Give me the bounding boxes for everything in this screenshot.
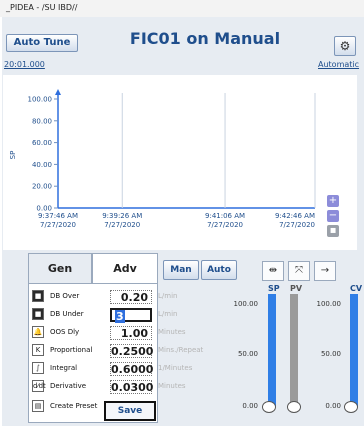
window-title: _PIDEA - /SU IBD//: [6, 3, 78, 12]
page-title: FIC01 on Manual: [129, 29, 281, 48]
y-tick-label: 80.00: [32, 117, 52, 125]
oos-dly-input[interactable]: 1.00: [110, 326, 152, 340]
pv-bar-track: [290, 294, 298, 406]
x-tick-date: 7/27/2020: [104, 221, 140, 229]
pv-bar-label: PV: [290, 284, 303, 293]
right-scale-top: 100.00: [316, 300, 342, 308]
zoom-out-button[interactable]: −: [327, 210, 339, 222]
forward-arrow-icon[interactable]: →: [314, 261, 336, 281]
preset-icon: ▤: [32, 400, 44, 412]
param-unit: 1/Minutes: [158, 364, 193, 372]
x-tick-time: 9:42:46 AM: [275, 212, 315, 220]
right-scale-bottom: 0.00: [325, 402, 341, 410]
param-label: Create Preset: [50, 402, 98, 410]
tab-adv-config[interactable]: Adv Config: [92, 253, 158, 305]
left-scale-bottom: 0.00: [242, 402, 258, 410]
db-over-icon: ■: [32, 290, 44, 302]
mode-automatic-link[interactable]: Automatic: [318, 60, 359, 69]
proportional-input[interactable]: 0.2500: [110, 344, 153, 358]
param-label: Derivative: [50, 382, 87, 390]
x-tick-time: 9:39:26 AM: [102, 212, 142, 220]
sp-slider-handle[interactable]: [262, 401, 276, 413]
param-label: Integral: [50, 364, 78, 372]
y-axis-arrow: [55, 89, 61, 95]
cv-bar-label: CV: [350, 284, 363, 293]
param-label: OOS Dly: [50, 328, 80, 336]
param-label: Proportional: [50, 346, 93, 354]
chart-menu-button[interactable]: ▪: [327, 225, 339, 237]
param-row-derivative: d⁄dt Derivative 0.0300 Minutes: [28, 380, 268, 395]
cv-bar-fill: [350, 294, 358, 406]
window-title-bar: _PIDEA - /SU IBD//: [0, 0, 364, 17]
integral-input[interactable]: 0.6000: [110, 362, 153, 376]
fit-vertical-icon[interactable]: ⤧: [288, 261, 310, 281]
zoom-in-button[interactable]: +: [327, 195, 339, 207]
derivative-icon: d⁄dt: [32, 380, 46, 392]
sp-bar-fill: [268, 294, 276, 406]
left-scale-top: 100.00: [233, 300, 259, 308]
param-row-oos-dly: 🔔 OOS Dly 1.00 Minutes: [28, 326, 268, 341]
left-scale-mid: 50.00: [237, 350, 258, 358]
x-tick-time: 9:37:46 AM: [38, 212, 78, 220]
expand-horizontal-icon[interactable]: ⇹: [262, 261, 284, 281]
trend-chart-svg: 100.0080.0060.0040.0020.000.00 9:37:46 A…: [9, 89, 316, 229]
sp-bar-track: [268, 294, 276, 406]
elapsed-time-link[interactable]: 20:01.000: [4, 60, 45, 69]
pv-bar-fill: [290, 294, 298, 406]
param-unit: Minutes: [158, 382, 186, 390]
x-tick-date: 7/27/2020: [279, 221, 315, 229]
db-under-input[interactable]: 3: [110, 308, 152, 323]
y-tick-label: 40.00: [32, 161, 52, 169]
tab-gen-config[interactable]: Gen Config: [28, 253, 92, 305]
right-scale-mid: 50.00: [320, 350, 341, 358]
manual-mode-button[interactable]: Man: [163, 260, 199, 280]
param-unit: L/min: [158, 310, 178, 318]
alarm-bell-icon: 🔔: [32, 326, 44, 338]
auto-mode-button[interactable]: Auto: [201, 260, 237, 280]
derivative-input[interactable]: 0.0300: [110, 380, 153, 394]
x-tick-date: 7/27/2020: [40, 221, 76, 229]
db-over-input[interactable]: 0.20: [110, 290, 152, 304]
x-tick-time: 9:41:06 AM: [205, 212, 245, 220]
sp-bar-label: SP: [268, 284, 280, 293]
db-under-icon: ■: [32, 308, 44, 320]
cv-slider-handle[interactable]: [344, 401, 358, 413]
cv-bar-track: [350, 294, 358, 406]
chart-y-axis-label: SP: [9, 151, 17, 160]
param-unit: Mins./Repeat: [158, 346, 204, 354]
y-tick-label: 100.00: [28, 96, 53, 104]
gear-icon: ⚙: [339, 39, 351, 53]
y-tick-label: 60.00: [32, 139, 52, 147]
param-unit: Minutes: [158, 328, 186, 336]
x-tick-date: 7/27/2020: [207, 221, 243, 229]
save-button[interactable]: Save: [104, 401, 156, 421]
auto-tune-button[interactable]: Auto Tune: [6, 34, 78, 52]
param-row-integral: ∫ Integral 0.6000 1/Minutes: [28, 362, 268, 377]
y-tick-label: 20.00: [32, 183, 52, 191]
param-label: DB Under: [50, 310, 84, 318]
param-label: DB Over: [50, 292, 80, 300]
db-under-selected-value: 3: [115, 310, 125, 323]
trend-chart: 100.00 80.00 60.00 40.00 20.00 0.00 9:37:46 A…: [3, 75, 357, 250]
proportional-icon: K: [32, 344, 44, 356]
settings-button[interactable]: ⚙: [334, 36, 356, 56]
param-unit: L/min: [158, 292, 178, 300]
pv-marker: [287, 401, 301, 413]
param-row-db-under: ■ DB Under 3 L/min: [28, 308, 268, 323]
integral-icon: ∫: [32, 362, 44, 374]
